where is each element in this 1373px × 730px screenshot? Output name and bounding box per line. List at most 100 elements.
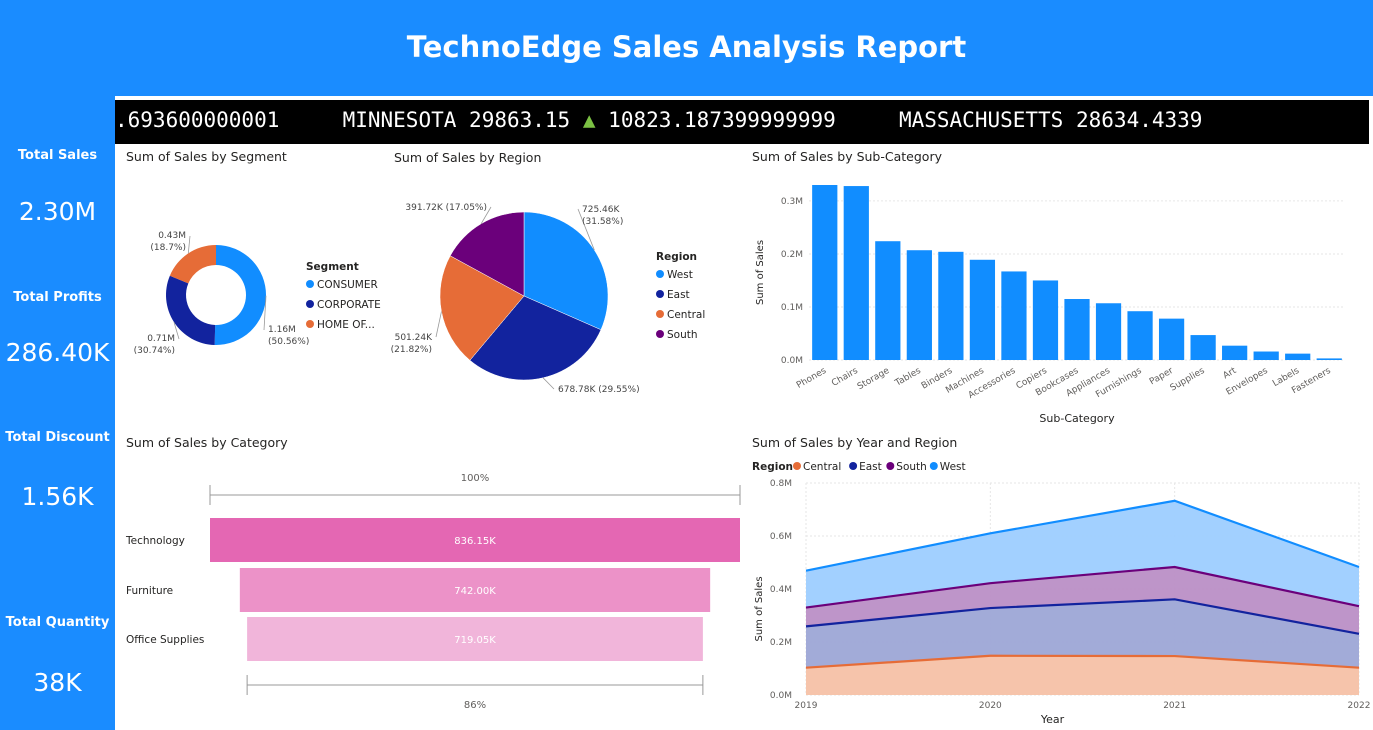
bar [1127, 311, 1153, 360]
report-title: TechnoEdge Sales Analysis Report [406, 30, 967, 64]
bar [1001, 271, 1027, 360]
year-region-area-chart[interactable]: Region Central East South West 0.0M 0.2M 0.4M 0.… [745, 455, 1370, 730]
y-tick-label: 0.4M [770, 585, 792, 595]
legend-swatch [929, 462, 938, 470]
report-header: TechnoEdge Sales Analysis Report [0, 0, 1373, 96]
funnel-category-label: Technology [125, 535, 185, 547]
region-pie-chart[interactable]: 725.46K (31.58%) 678.78K (29.55%) 501.24K (2… [390, 170, 740, 410]
segment-chart-title: Sum of Sales by Segment [126, 149, 287, 164]
pie-data-label: 725.46K [582, 205, 620, 215]
x-axis-title: Sub-Category [1039, 412, 1115, 425]
pie-data-label: 391.72K (17.05%) [405, 203, 487, 213]
donut-slice [214, 245, 267, 345]
legend-title: Region [752, 461, 793, 473]
kpi-total-profits-label: Total Profits [13, 290, 102, 305]
kpi-sidebar [0, 96, 115, 730]
legend-title: Segment [306, 261, 359, 273]
x-tick-label: Storage [856, 366, 892, 392]
segment-donut-chart[interactable]: 1.16M (50.56%) 0.71M (30.74%) 0.43M (18.7%) Se… [120, 170, 390, 390]
category-funnel-chart[interactable]: 100% 836.15K Technology 742.00K Furniture 719… [120, 460, 750, 725]
legend-item: CONSUMER [317, 279, 378, 291]
x-tick-label: Art [1222, 366, 1239, 382]
donut-data-label: 0.71M [147, 334, 175, 344]
legend-item: South [896, 461, 927, 473]
donut-data-label: (30.74%) [134, 346, 175, 356]
x-tick-label: Supplies [1169, 366, 1207, 394]
y-axis-title: Sum of Sales [755, 240, 766, 305]
legend-item: Central [803, 461, 841, 473]
donut-leader-line [187, 235, 191, 254]
donut-data-label: 1.16M [268, 325, 296, 335]
category-chart-title: Sum of Sales by Category [126, 435, 288, 450]
legend-item: Central [667, 309, 705, 321]
legend-swatch [793, 462, 801, 470]
legend-swatch [306, 280, 314, 288]
ticker-sales-value: 29863.15 [469, 108, 571, 132]
bar [1253, 351, 1279, 360]
funnel-data-label: 836.15K [454, 536, 496, 547]
y-tick-label: 0.6M [770, 532, 792, 542]
kpi-total-quantity-label: Total Quantity [5, 615, 110, 630]
region-chart-title: Sum of Sales by Region [394, 150, 542, 165]
pie-leader-line [542, 377, 555, 390]
year-region-chart-title: Sum of Sales by Year and Region [752, 435, 958, 450]
bar [969, 259, 996, 360]
funnel-data-label: 719.05K [454, 635, 496, 646]
kpi-total-discount-value: 1.56K [21, 482, 94, 511]
funnel-data-label: 742.00K [454, 586, 496, 597]
subcategory-bar-chart[interactable]: 0.0M 0.1M 0.2M 0.3M Phones ChairsStorage Table… [745, 170, 1370, 430]
pie-data-label: 501.24K [395, 333, 433, 343]
x-tick-label: 2019 [795, 701, 818, 711]
x-tick-label: 2021 [1163, 701, 1186, 711]
legend-swatch [306, 300, 314, 308]
ticker-up-arrow-icon: ▲ [582, 108, 596, 132]
legend-swatch [656, 330, 664, 338]
kpi-total-discount-label: Total Discount [5, 430, 110, 445]
pie-data-label: (31.58%) [582, 217, 623, 227]
legend-item: HOME OF... [317, 319, 375, 331]
legend-item: South [667, 329, 698, 341]
legend-title: Region [656, 251, 697, 263]
bar [906, 250, 932, 360]
bar [1158, 318, 1185, 360]
kpi-total-profits-value: 286.40K [5, 338, 110, 367]
ticker-state-name: MASSACHUSETTS [898, 108, 1064, 132]
bar [938, 251, 964, 360]
legend-swatch [306, 320, 314, 328]
funnel-bottom-percent: 86% [464, 700, 486, 711]
bar [843, 186, 869, 360]
y-tick-label: 0.0M [781, 356, 803, 366]
x-tick-label: Tables [893, 366, 923, 389]
x-tick-label: 2022 [1348, 701, 1370, 711]
bar [1222, 345, 1248, 360]
ticker-lead-value: .693600000001 [115, 108, 280, 132]
donut-data-label: (50.56%) [268, 337, 309, 347]
y-tick-label: 0.0M [770, 691, 792, 701]
legend-item: CORPORATE [317, 299, 381, 311]
ticker-state-name: MINNESOTA [342, 108, 457, 132]
y-axis-title: Sum of Sales [754, 576, 765, 641]
pie-leader-line [435, 311, 442, 338]
x-tick-label: Chairs [830, 366, 860, 389]
kpi-total-sales-label: Total Sales [17, 148, 98, 163]
state-sales-ticker[interactable]: .693600000001 MINNESOTA 29863.15 ▲ 10823… [115, 100, 1369, 144]
y-tick-label: 0.8M [770, 479, 792, 489]
x-tick-label: Phones [795, 366, 828, 391]
legend-item: West [940, 461, 966, 473]
bar [875, 241, 901, 360]
ticker-track: .693600000001 MINNESOTA 29863.15 ▲ 10823… [115, 108, 1202, 132]
y-tick-label: 0.2M [770, 638, 792, 648]
ticker-profit-value: 10823.187399999999 [608, 108, 836, 132]
y-tick-label: 0.2M [781, 250, 803, 260]
y-tick-label: 0.1M [781, 303, 803, 313]
bar [1316, 358, 1342, 360]
legend-item: East [859, 461, 882, 473]
kpi-total-quantity-value: 38K [33, 668, 82, 697]
bar [812, 185, 838, 360]
ticker-sales-value: 28634.4339 [1076, 108, 1203, 132]
pie-data-label: 678.78K (29.55%) [558, 385, 640, 395]
funnel-category-label: Furniture [126, 585, 173, 597]
subcategory-chart-title: Sum of Sales by Sub-Category [752, 149, 942, 164]
bar [1285, 353, 1311, 360]
x-axis-title: Year [1040, 713, 1065, 726]
